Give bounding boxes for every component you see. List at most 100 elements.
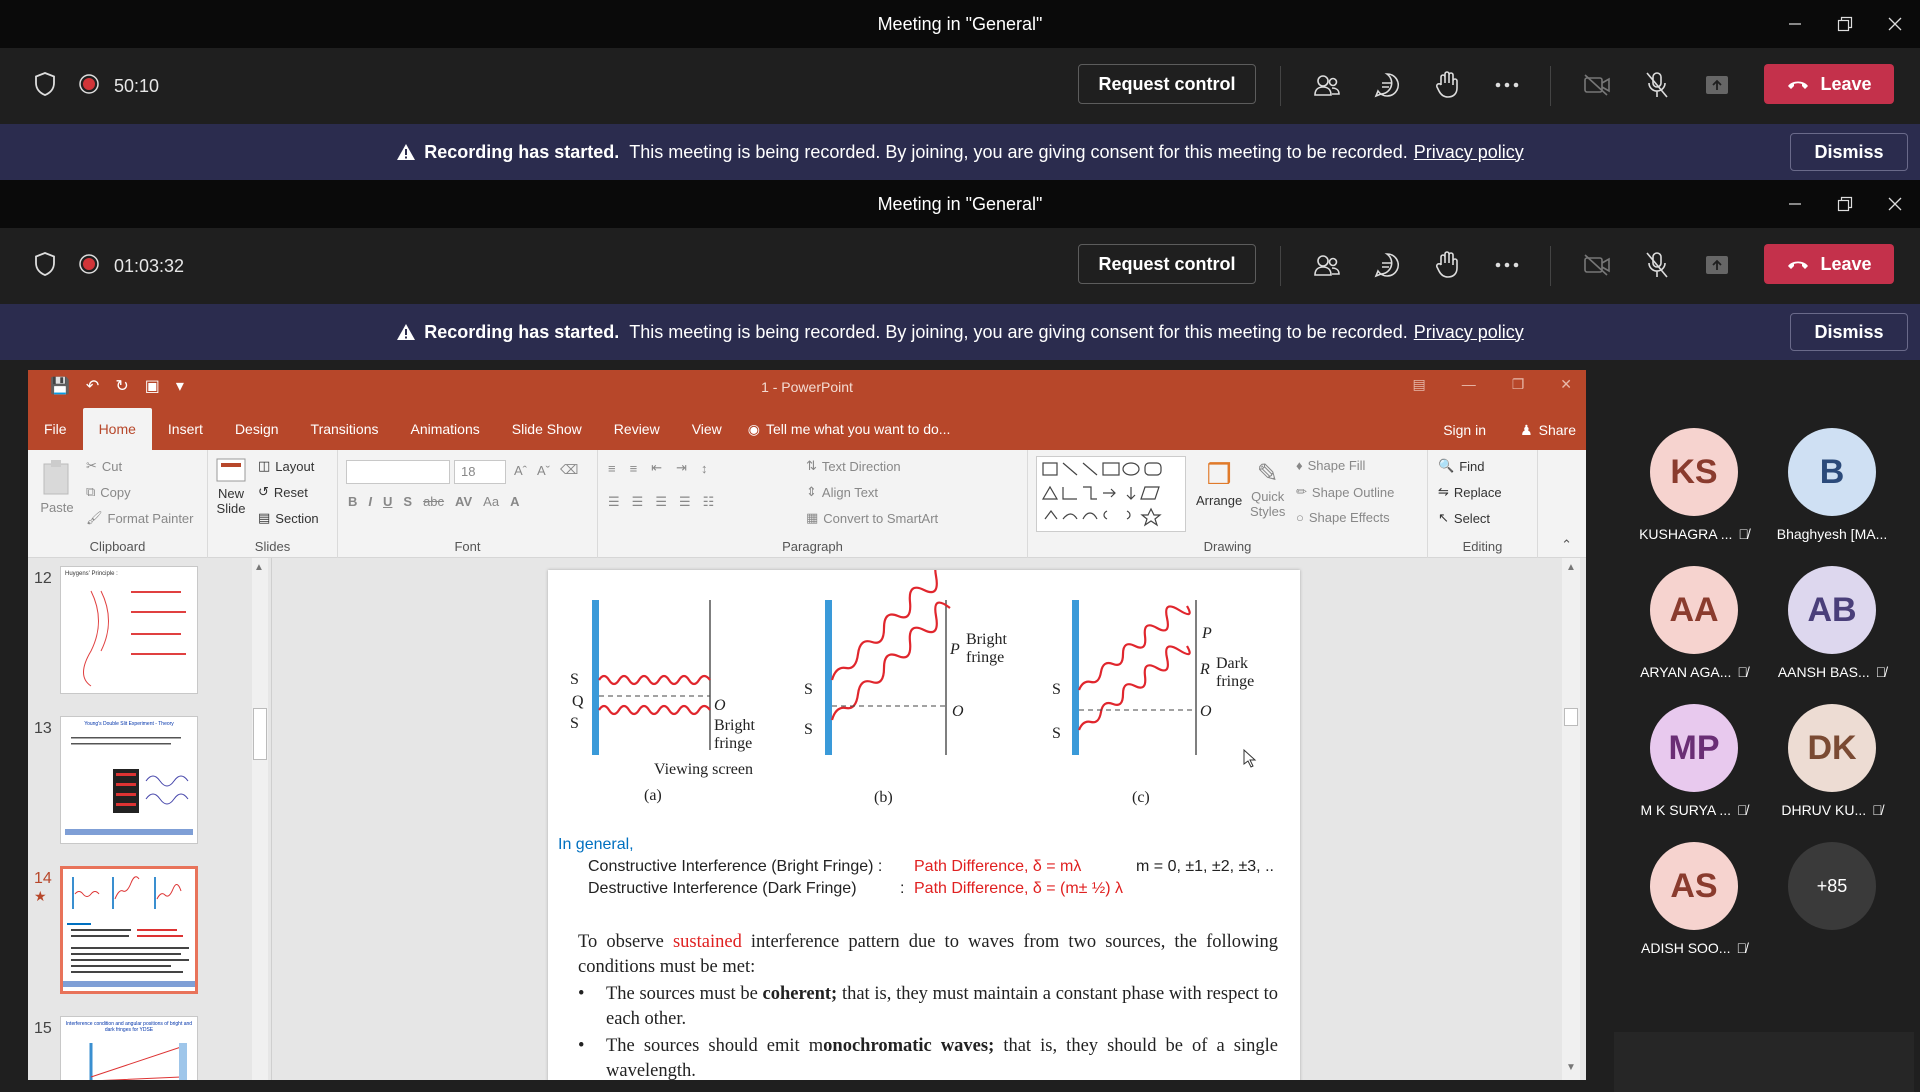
align-right-icon[interactable]: ☰ [655, 494, 667, 510]
raise-hand-icon[interactable] [1430, 68, 1464, 102]
collapse-ribbon-icon[interactable]: ⌃ [1561, 537, 1572, 553]
select-button[interactable]: ↖ Select [1438, 510, 1490, 526]
minimize-icon[interactable] [1770, 0, 1820, 48]
participant-tile[interactable]: B Bhaghyesh [MA... [1762, 428, 1902, 542]
columns-icon[interactable]: ☷ [703, 494, 715, 510]
convert-smartart-button[interactable]: ▦ Convert to SmartArt [806, 510, 938, 526]
participant-tile[interactable]: AB AANSH BAS... 🎙̸ [1762, 566, 1902, 680]
raise-hand-icon[interactable] [1430, 248, 1464, 282]
leave-button[interactable]: Leave [1764, 64, 1894, 104]
tab-home[interactable]: Home [82, 408, 152, 450]
cut-button[interactable]: ✂ Cut [86, 458, 122, 474]
scroll-down-icon[interactable]: ▼ [1566, 1062, 1576, 1073]
strikethrough-icon[interactable]: abc [423, 494, 444, 509]
slide-thumbnail-15[interactable]: Interference condition and angular posit… [60, 1016, 198, 1080]
tab-view[interactable]: View [676, 408, 738, 450]
share-tray-icon[interactable] [1700, 248, 1734, 282]
close-icon[interactable] [1870, 0, 1920, 48]
font-name-box[interactable] [346, 460, 450, 484]
sign-in-link[interactable]: Sign in [1443, 422, 1486, 438]
text-direction-button[interactable]: ⇅ Text Direction [806, 458, 901, 474]
dismiss-button[interactable]: Dismiss [1790, 133, 1908, 171]
tab-slide-show[interactable]: Slide Show [496, 408, 598, 450]
more-options-icon[interactable] [1490, 68, 1524, 102]
participants-icon[interactable] [1310, 248, 1344, 282]
increase-indent-icon[interactable]: ⇥ [676, 460, 687, 476]
privacy-policy-link[interactable]: Privacy policy [1414, 142, 1524, 163]
restore-icon[interactable] [1820, 180, 1870, 228]
share-tray-icon[interactable] [1700, 68, 1734, 102]
shape-effects-button[interactable]: ○ Shape Effects [1296, 510, 1390, 525]
chat-icon[interactable] [1370, 248, 1404, 282]
participant-tile[interactable]: KS KUSHAGRA ... 🎙̸ [1624, 428, 1764, 542]
close-icon[interactable] [1870, 180, 1920, 228]
participant-tile[interactable]: DK DHRUV KU... 🎙̸ [1762, 704, 1902, 818]
camera-off-icon[interactable] [1580, 68, 1614, 102]
tab-animations[interactable]: Animations [394, 408, 495, 450]
tab-review[interactable]: Review [598, 408, 676, 450]
line-spacing-icon[interactable]: ↕ [701, 461, 708, 476]
tab-file[interactable]: File [28, 408, 83, 450]
tell-me-box[interactable]: ◉ Tell me what you want to do... [748, 421, 951, 438]
thumbnails-scrollbar[interactable]: ▲ [252, 558, 268, 1080]
scroll-up-icon[interactable]: ▲ [1566, 562, 1576, 573]
participants-icon[interactable] [1310, 68, 1344, 102]
italic-icon[interactable]: I [368, 494, 372, 509]
restore-icon[interactable]: ❐ [1512, 376, 1525, 393]
format-painter-button[interactable]: 🖌 Format Painter [86, 510, 194, 526]
grow-font-icon[interactable]: Aˆ [514, 463, 527, 478]
section-button[interactable]: ▤ Section [258, 510, 319, 526]
tab-design[interactable]: Design [219, 408, 295, 450]
shadow-icon[interactable]: S [403, 494, 412, 509]
quick-styles-button[interactable]: ✎ Quick Styles [1250, 458, 1285, 519]
scroll-thumb[interactable] [253, 708, 267, 760]
align-text-button[interactable]: ⇕ Align Text [806, 484, 878, 500]
shape-outline-button[interactable]: ✏ Shape Outline [1296, 484, 1394, 500]
shapes-gallery[interactable] [1036, 456, 1186, 532]
ribbon-display-icon[interactable]: ▤ [1412, 376, 1425, 393]
participant-tile[interactable]: MP M K SURYA ... 🎙̸ [1624, 704, 1764, 818]
scroll-thumb[interactable] [1564, 708, 1578, 726]
font-color-icon[interactable]: A [510, 494, 519, 509]
shape-fill-button[interactable]: ♦ Shape Fill [1296, 458, 1365, 473]
dismiss-button[interactable]: Dismiss [1790, 313, 1908, 351]
slide-thumbnail-12[interactable]: Huygens' Principle : [60, 566, 198, 694]
close-icon[interactable]: ✕ [1560, 376, 1572, 393]
overflow-participants-button[interactable]: +85 [1762, 842, 1902, 930]
shrink-font-icon[interactable]: Aˇ [537, 463, 550, 478]
minimize-icon[interactable] [1770, 180, 1820, 228]
mic-off-icon[interactable] [1640, 68, 1674, 102]
mic-off-icon[interactable] [1640, 248, 1674, 282]
chat-icon[interactable] [1370, 68, 1404, 102]
request-control-button[interactable]: Request control [1078, 244, 1256, 284]
new-slide-button[interactable]: New Slide [214, 456, 248, 516]
underline-icon[interactable]: U [383, 494, 392, 509]
arrange-button[interactable]: ❒ Arrange [1196, 458, 1242, 508]
bold-icon[interactable]: B [348, 494, 357, 509]
more-options-icon[interactable] [1490, 248, 1524, 282]
camera-off-icon[interactable] [1580, 248, 1614, 282]
font-size-box[interactable]: 18 [454, 460, 506, 484]
tab-transitions[interactable]: Transitions [295, 408, 395, 450]
slide-thumbnail-13[interactable]: Young's Double Slit Experiment - Theory [60, 716, 198, 844]
copy-button[interactable]: ⧉ Copy [86, 484, 131, 500]
privacy-policy-link[interactable]: Privacy policy [1414, 322, 1524, 343]
align-center-icon[interactable]: ☰ [632, 494, 644, 510]
decrease-indent-icon[interactable]: ⇤ [651, 460, 662, 476]
numbering-icon[interactable]: ≡ [630, 461, 638, 476]
leave-button[interactable]: Leave [1764, 244, 1894, 284]
scroll-up-icon[interactable]: ▲ [254, 562, 264, 573]
request-control-button[interactable]: Request control [1078, 64, 1256, 104]
restore-icon[interactable] [1820, 0, 1870, 48]
char-spacing-icon[interactable]: AV [455, 494, 472, 509]
participant-tile[interactable]: AA ARYAN AGA... 🎙̸ [1624, 566, 1764, 680]
find-button[interactable]: 🔍 Find [1438, 458, 1484, 474]
slide-thumbnail-14[interactable] [60, 866, 198, 994]
layout-button[interactable]: ◫ Layout [258, 458, 314, 474]
align-left-icon[interactable]: ☰ [608, 494, 620, 510]
slide-scrollbar[interactable]: ▲ ▼ [1562, 558, 1580, 1080]
reset-button[interactable]: ↺ Reset [258, 484, 308, 500]
bullets-icon[interactable]: ≡ [608, 461, 616, 476]
clear-format-icon[interactable]: ⌫ [560, 462, 578, 478]
change-case-icon[interactable]: Aa [483, 494, 499, 509]
